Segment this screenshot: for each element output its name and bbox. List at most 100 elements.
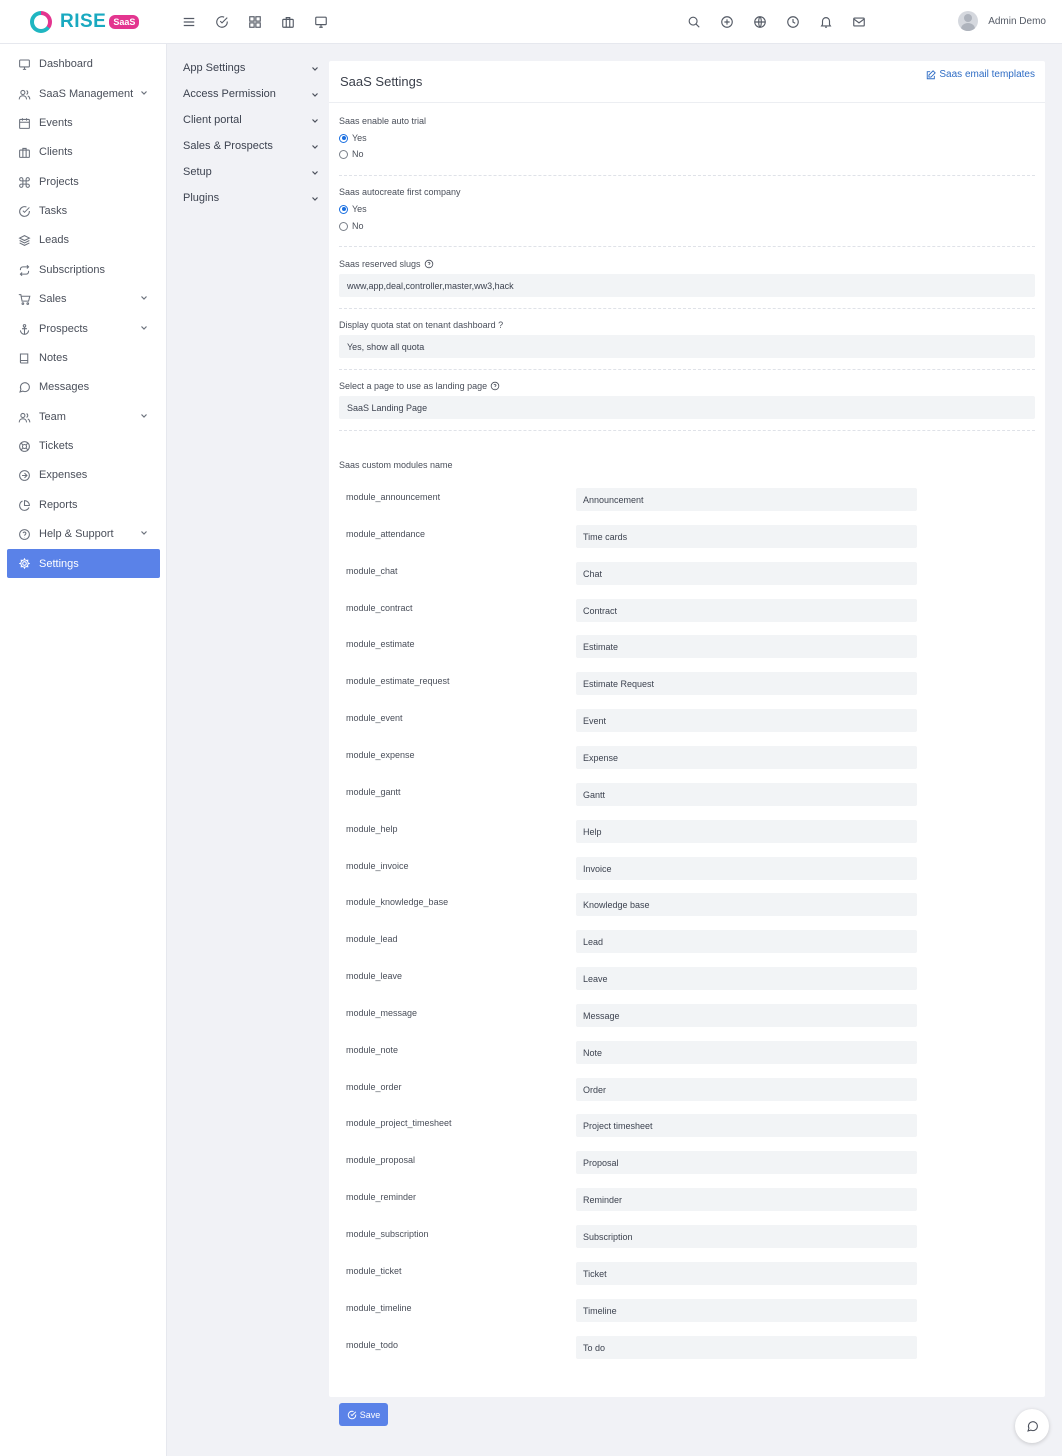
sidebar-item-label: Prospects bbox=[39, 323, 88, 335]
sidebar-item-dashboard[interactable]: Dashboard bbox=[7, 50, 160, 78]
reserved-slugs-input[interactable]: www,app,deal,controller,master,ww3,hack bbox=[339, 274, 1035, 297]
sidebar-item-label: Reports bbox=[39, 499, 78, 511]
chevron-down-icon bbox=[312, 171, 318, 175]
sidebar-item-sales[interactable]: Sales bbox=[7, 285, 160, 313]
module-name-input[interactable]: Gantt bbox=[576, 783, 917, 806]
apps-grid-icon[interactable] bbox=[244, 11, 266, 33]
module-name-input[interactable]: Reminder bbox=[576, 1188, 917, 1211]
help-circle-icon[interactable] bbox=[490, 381, 500, 391]
module-key-label: module_gantt bbox=[346, 787, 401, 797]
autocreate-company-label: Saas autocreate first company bbox=[339, 187, 461, 197]
monitor-icon[interactable] bbox=[310, 11, 332, 33]
module-key-label: module_help bbox=[346, 824, 398, 834]
module-key-label: module_leave bbox=[346, 971, 403, 981]
module-name-input[interactable]: Proposal bbox=[576, 1151, 917, 1174]
autocreate-no-radio[interactable]: No bbox=[339, 221, 364, 231]
sidebar-item-subscriptions[interactable]: Subscriptions bbox=[7, 256, 160, 284]
module-name-input[interactable]: Ticket bbox=[576, 1262, 917, 1285]
module-name-input[interactable]: Leave bbox=[576, 967, 917, 990]
module-name-input[interactable]: Message bbox=[576, 1004, 917, 1027]
landing-page-select[interactable]: SaaS Landing Page bbox=[339, 396, 1035, 419]
module-name-input[interactable]: Invoice bbox=[576, 857, 917, 880]
sidebar-item-tickets[interactable]: Tickets bbox=[7, 432, 160, 460]
help-circle-icon[interactable] bbox=[424, 259, 434, 269]
module-key-label: module_todo bbox=[346, 1340, 399, 1350]
app-logo[interactable]: RISE SaaS bbox=[30, 10, 140, 34]
search-icon[interactable] bbox=[683, 11, 705, 33]
module-name-input[interactable]: Note bbox=[576, 1041, 917, 1064]
module-key-label: module_contract bbox=[346, 603, 413, 613]
clock-icon[interactable] bbox=[782, 11, 804, 33]
menu-icon[interactable] bbox=[178, 11, 200, 33]
sidebar-item-label: Tasks bbox=[39, 205, 68, 217]
sidebar-item-prospects[interactable]: Prospects bbox=[7, 315, 160, 343]
sidebar-item-leads[interactable]: Leads bbox=[7, 226, 160, 254]
module-name-input[interactable]: Event bbox=[576, 709, 917, 732]
sidebar-item-clients[interactable]: Clients bbox=[7, 138, 160, 166]
sidebar-item-events[interactable]: Events bbox=[7, 109, 160, 137]
sidebar-item-team[interactable]: Team bbox=[7, 403, 160, 431]
saas-email-templates-link[interactable]: Saas email templates bbox=[926, 69, 1035, 80]
settings-menu-plugins[interactable]: Plugins bbox=[183, 185, 323, 211]
bell-icon[interactable] bbox=[815, 11, 837, 33]
settings-menu-access-permission[interactable]: Access Permission bbox=[183, 81, 323, 107]
sidebar-item-notes[interactable]: Notes bbox=[7, 344, 160, 372]
custom-modules-label: Saas custom modules name bbox=[339, 460, 453, 470]
settings-menu-sales-prospects[interactable]: Sales & Prospects bbox=[183, 133, 323, 159]
module-name-input[interactable]: Subscription bbox=[576, 1225, 917, 1248]
module-name-input[interactable]: Expense bbox=[576, 746, 917, 769]
module-name-input[interactable]: Knowledge base bbox=[576, 893, 917, 916]
module-key-label: module_timeline bbox=[346, 1303, 412, 1313]
module-name-input[interactable]: Announcement bbox=[576, 488, 917, 511]
radio-unchecked bbox=[339, 149, 348, 159]
check-circle-icon bbox=[17, 204, 31, 218]
globe-icon[interactable] bbox=[749, 11, 771, 33]
settings-menu-app-settings[interactable]: App Settings bbox=[183, 55, 323, 81]
sidebar-item-expenses[interactable]: Expenses bbox=[7, 461, 160, 489]
sidebar-item-reports[interactable]: Reports bbox=[7, 491, 160, 519]
sidebar-item-label: Notes bbox=[39, 352, 68, 364]
module-name-input[interactable]: Timeline bbox=[576, 1299, 917, 1322]
sidebar-item-projects[interactable]: Projects bbox=[7, 168, 160, 196]
check-circle-icon[interactable] bbox=[211, 11, 233, 33]
quota-stat-select[interactable]: Yes, show all quota bbox=[339, 335, 1035, 358]
module-key-label: module_invoice bbox=[346, 861, 409, 871]
sidebar-item-label: Dashboard bbox=[39, 58, 93, 70]
radio-checked bbox=[339, 133, 348, 143]
chat-button[interactable] bbox=[1015, 1409, 1049, 1443]
save-button[interactable]: Save bbox=[339, 1403, 388, 1426]
plus-circle-icon[interactable] bbox=[716, 11, 738, 33]
module-name-input[interactable]: Chat bbox=[576, 562, 917, 585]
settings-menu-setup[interactable]: Setup bbox=[183, 159, 323, 185]
module-row: module_timeline Timeline bbox=[329, 1299, 1045, 1322]
auto-trial-yes-radio[interactable]: Yes bbox=[339, 133, 367, 143]
mail-icon[interactable] bbox=[848, 11, 870, 33]
module-name-input[interactable]: Lead bbox=[576, 930, 917, 953]
module-name-input[interactable]: Contract bbox=[576, 599, 917, 622]
module-name-input[interactable]: Help bbox=[576, 820, 917, 843]
module-name-input[interactable]: Estimate Request bbox=[576, 672, 917, 695]
sidebar-item-tasks[interactable]: Tasks bbox=[7, 197, 160, 225]
module-name-input[interactable]: Order bbox=[576, 1078, 917, 1101]
module-name-input[interactable]: Estimate bbox=[576, 635, 917, 658]
module-row: module_announcement Announcement bbox=[329, 488, 1045, 511]
sidebar-item-messages[interactable]: Messages bbox=[7, 373, 160, 401]
settings-menu-client-portal[interactable]: Client portal bbox=[183, 107, 323, 133]
module-name-input[interactable]: Time cards bbox=[576, 525, 917, 548]
avatar bbox=[958, 11, 979, 31]
divider bbox=[339, 369, 1035, 370]
sidebar-item-saas-management[interactable]: SaaS Management bbox=[7, 80, 160, 108]
sidebar-item-settings[interactable]: Settings bbox=[7, 549, 160, 578]
message-icon bbox=[1026, 1420, 1038, 1432]
sidebar-item-label: Events bbox=[39, 117, 73, 129]
module-name-input[interactable]: Project timesheet bbox=[576, 1114, 917, 1137]
module-name-input[interactable]: To do bbox=[576, 1336, 917, 1359]
user-menu[interactable]: Admin Demo bbox=[958, 11, 1046, 31]
sidebar-item-help-support[interactable]: Help & Support bbox=[7, 520, 160, 548]
radio-label: No bbox=[352, 149, 364, 159]
module-key-label: module_estimate_request bbox=[346, 676, 450, 686]
briefcase-icon[interactable] bbox=[277, 11, 299, 33]
autocreate-yes-radio[interactable]: Yes bbox=[339, 204, 367, 214]
auto-trial-no-radio[interactable]: No bbox=[339, 149, 364, 159]
settings-menu-label: Setup bbox=[183, 166, 212, 178]
